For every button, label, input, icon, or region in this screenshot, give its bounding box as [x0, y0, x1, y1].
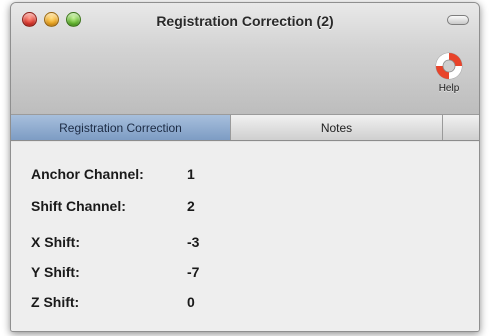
field-value: -7 [187, 264, 200, 280]
field-row-shift-channel: Shift Channel: 2 [31, 198, 247, 214]
lifebuoy-icon [435, 52, 463, 80]
field-label: X Shift: [31, 234, 80, 250]
tab-registration-correction[interactable]: Registration Correction [11, 115, 231, 140]
toolbar-toggle-button[interactable] [447, 15, 469, 25]
help-button[interactable]: Help [429, 51, 469, 94]
field-row-z-shift: Z Shift: 0 [31, 294, 247, 310]
field-row-anchor-channel: Anchor Channel: 1 [31, 166, 247, 182]
field-label: Y Shift: [31, 264, 80, 280]
registration-content-panel: Anchor Channel: 1 Shift Channel: 2 X Shi… [11, 142, 479, 331]
help-label: Help [438, 83, 460, 94]
field-value: 2 [187, 198, 195, 214]
field-label: Anchor Channel: [31, 166, 144, 182]
field-row-x-shift: X Shift: -3 [31, 234, 247, 250]
field-label: Shift Channel: [31, 198, 126, 214]
tab-bar: Registration Correction Notes [11, 115, 479, 141]
title-bar[interactable]: Registration Correction (2) Help [11, 3, 479, 115]
tab-bar-filler [443, 115, 479, 140]
registration-correction-window: Registration Correction (2) Help Registr… [10, 2, 480, 332]
field-value: 1 [187, 166, 195, 182]
field-row-y-shift: Y Shift: -7 [31, 264, 247, 280]
window-title: Registration Correction (2) [156, 13, 334, 29]
field-label: Z Shift: [31, 294, 80, 310]
tab-notes[interactable]: Notes [231, 115, 443, 140]
field-value: 0 [187, 294, 195, 310]
field-value: -3 [187, 234, 200, 250]
